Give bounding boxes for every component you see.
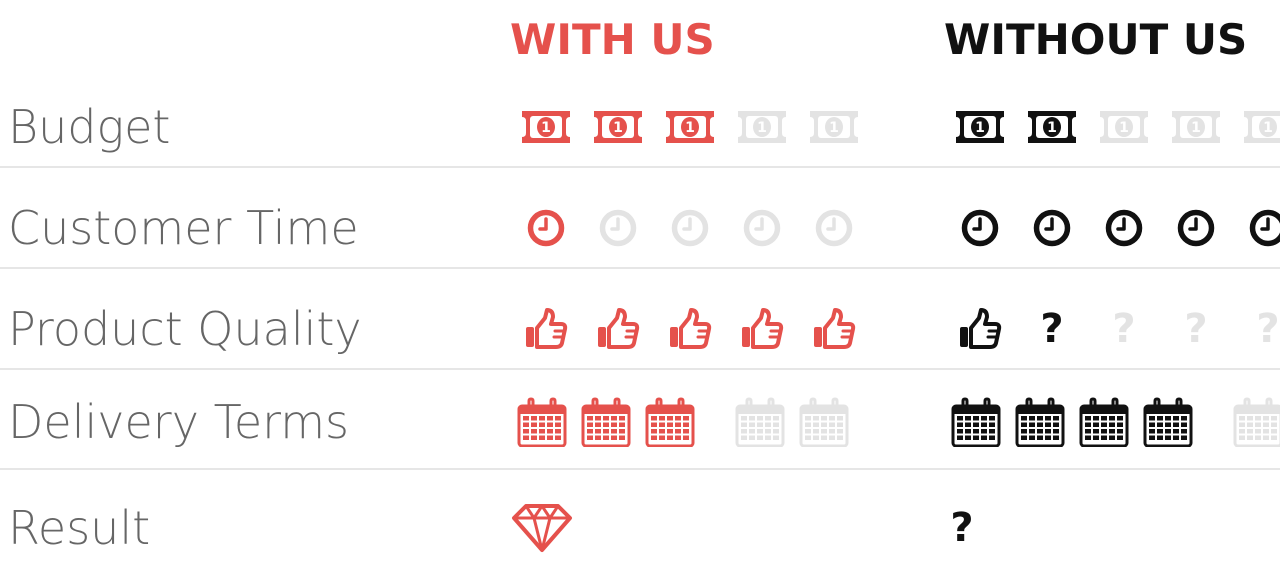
thumbs-up-icon — [510, 306, 582, 352]
row-divider — [0, 166, 1280, 168]
svg-text:1: 1 — [1191, 120, 1201, 136]
money-icon: 1 — [510, 107, 582, 147]
svg-text:1: 1 — [975, 120, 985, 136]
svg-text:1: 1 — [613, 120, 623, 136]
svg-text:1: 1 — [1263, 120, 1273, 136]
column-header-with-us: WITH US — [510, 12, 715, 68]
calendar-icon — [1136, 397, 1200, 447]
product-quality-without-us-rating: ???? — [944, 279, 1280, 379]
delivery-terms-with-us-rating — [510, 372, 856, 472]
row-label: Budget — [8, 77, 170, 177]
diamond-icon — [510, 502, 574, 554]
comparison-row-product-quality: Product Quality ???? — [0, 279, 1280, 379]
row-divider — [0, 368, 1280, 370]
money-icon: 1 — [1232, 107, 1280, 147]
calendar-icon — [792, 397, 856, 447]
thumbs-up-icon — [654, 306, 726, 352]
clock-icon — [798, 208, 870, 248]
column-header-without-us: WITHOUT US — [944, 12, 1247, 68]
calendar-icon — [510, 397, 574, 447]
calendar-icon — [944, 397, 1008, 447]
comparison-row-result: Result ? — [0, 478, 1280, 578]
customer-time-with-us-rating — [510, 178, 870, 278]
result-without-us: ? — [944, 478, 980, 578]
calendar-icon — [638, 397, 702, 447]
question-mark-icon: ? — [1232, 309, 1280, 349]
comparison-row-customer-time: Customer Time — [0, 178, 1280, 278]
thumbs-up-icon — [944, 306, 1016, 352]
svg-text:1: 1 — [1119, 120, 1129, 136]
calendar-icon — [728, 397, 792, 447]
row-label: Delivery Terms — [8, 372, 349, 472]
product-quality-with-us-rating — [510, 279, 870, 379]
calendar-icon — [1072, 397, 1136, 447]
clock-icon — [1232, 208, 1280, 248]
budget-without-us-rating: 1 1 1 1 1 — [944, 77, 1280, 177]
money-icon: 1 — [1088, 107, 1160, 147]
money-icon: 1 — [582, 107, 654, 147]
svg-text:1: 1 — [685, 120, 695, 136]
row-label: Product Quality — [8, 279, 362, 379]
clock-icon — [510, 208, 582, 248]
question-mark-icon: ? — [1088, 309, 1160, 349]
clock-icon — [1016, 208, 1088, 248]
clock-icon — [1088, 208, 1160, 248]
clock-icon — [726, 208, 798, 248]
row-label: Customer Time — [8, 178, 359, 278]
money-icon: 1 — [654, 107, 726, 147]
svg-text:1: 1 — [757, 120, 767, 136]
clock-icon — [1160, 208, 1232, 248]
clock-icon — [944, 208, 1016, 248]
calendar-icon — [1226, 397, 1280, 447]
result-with-us — [510, 478, 574, 578]
comparison-row-budget: Budget 1 1 1 1 1 1 1 — [0, 77, 1280, 177]
question-mark-icon: ? — [1160, 309, 1232, 349]
delivery-terms-without-us-rating — [944, 372, 1280, 472]
calendar-icon — [574, 397, 638, 447]
row-label: Result — [8, 478, 150, 578]
clock-icon — [654, 208, 726, 248]
svg-text:1: 1 — [829, 120, 839, 136]
thumbs-up-icon — [726, 306, 798, 352]
svg-text:1: 1 — [541, 120, 551, 136]
row-divider — [0, 267, 1280, 269]
thumbs-up-icon — [582, 306, 654, 352]
money-icon: 1 — [944, 107, 1016, 147]
budget-with-us-rating: 1 1 1 1 1 — [510, 77, 870, 177]
money-icon: 1 — [1160, 107, 1232, 147]
money-icon: 1 — [726, 107, 798, 147]
row-divider — [0, 468, 1280, 470]
question-mark-icon: ? — [1016, 309, 1088, 349]
comparison-row-delivery-terms: Delivery Terms — [0, 372, 1280, 472]
customer-time-without-us-rating — [944, 178, 1280, 278]
thumbs-up-icon — [798, 306, 870, 352]
money-icon: 1 — [798, 107, 870, 147]
question-mark-icon: ? — [944, 508, 980, 548]
calendar-icon — [1008, 397, 1072, 447]
money-icon: 1 — [1016, 107, 1088, 147]
svg-text:1: 1 — [1047, 120, 1057, 136]
clock-icon — [582, 208, 654, 248]
